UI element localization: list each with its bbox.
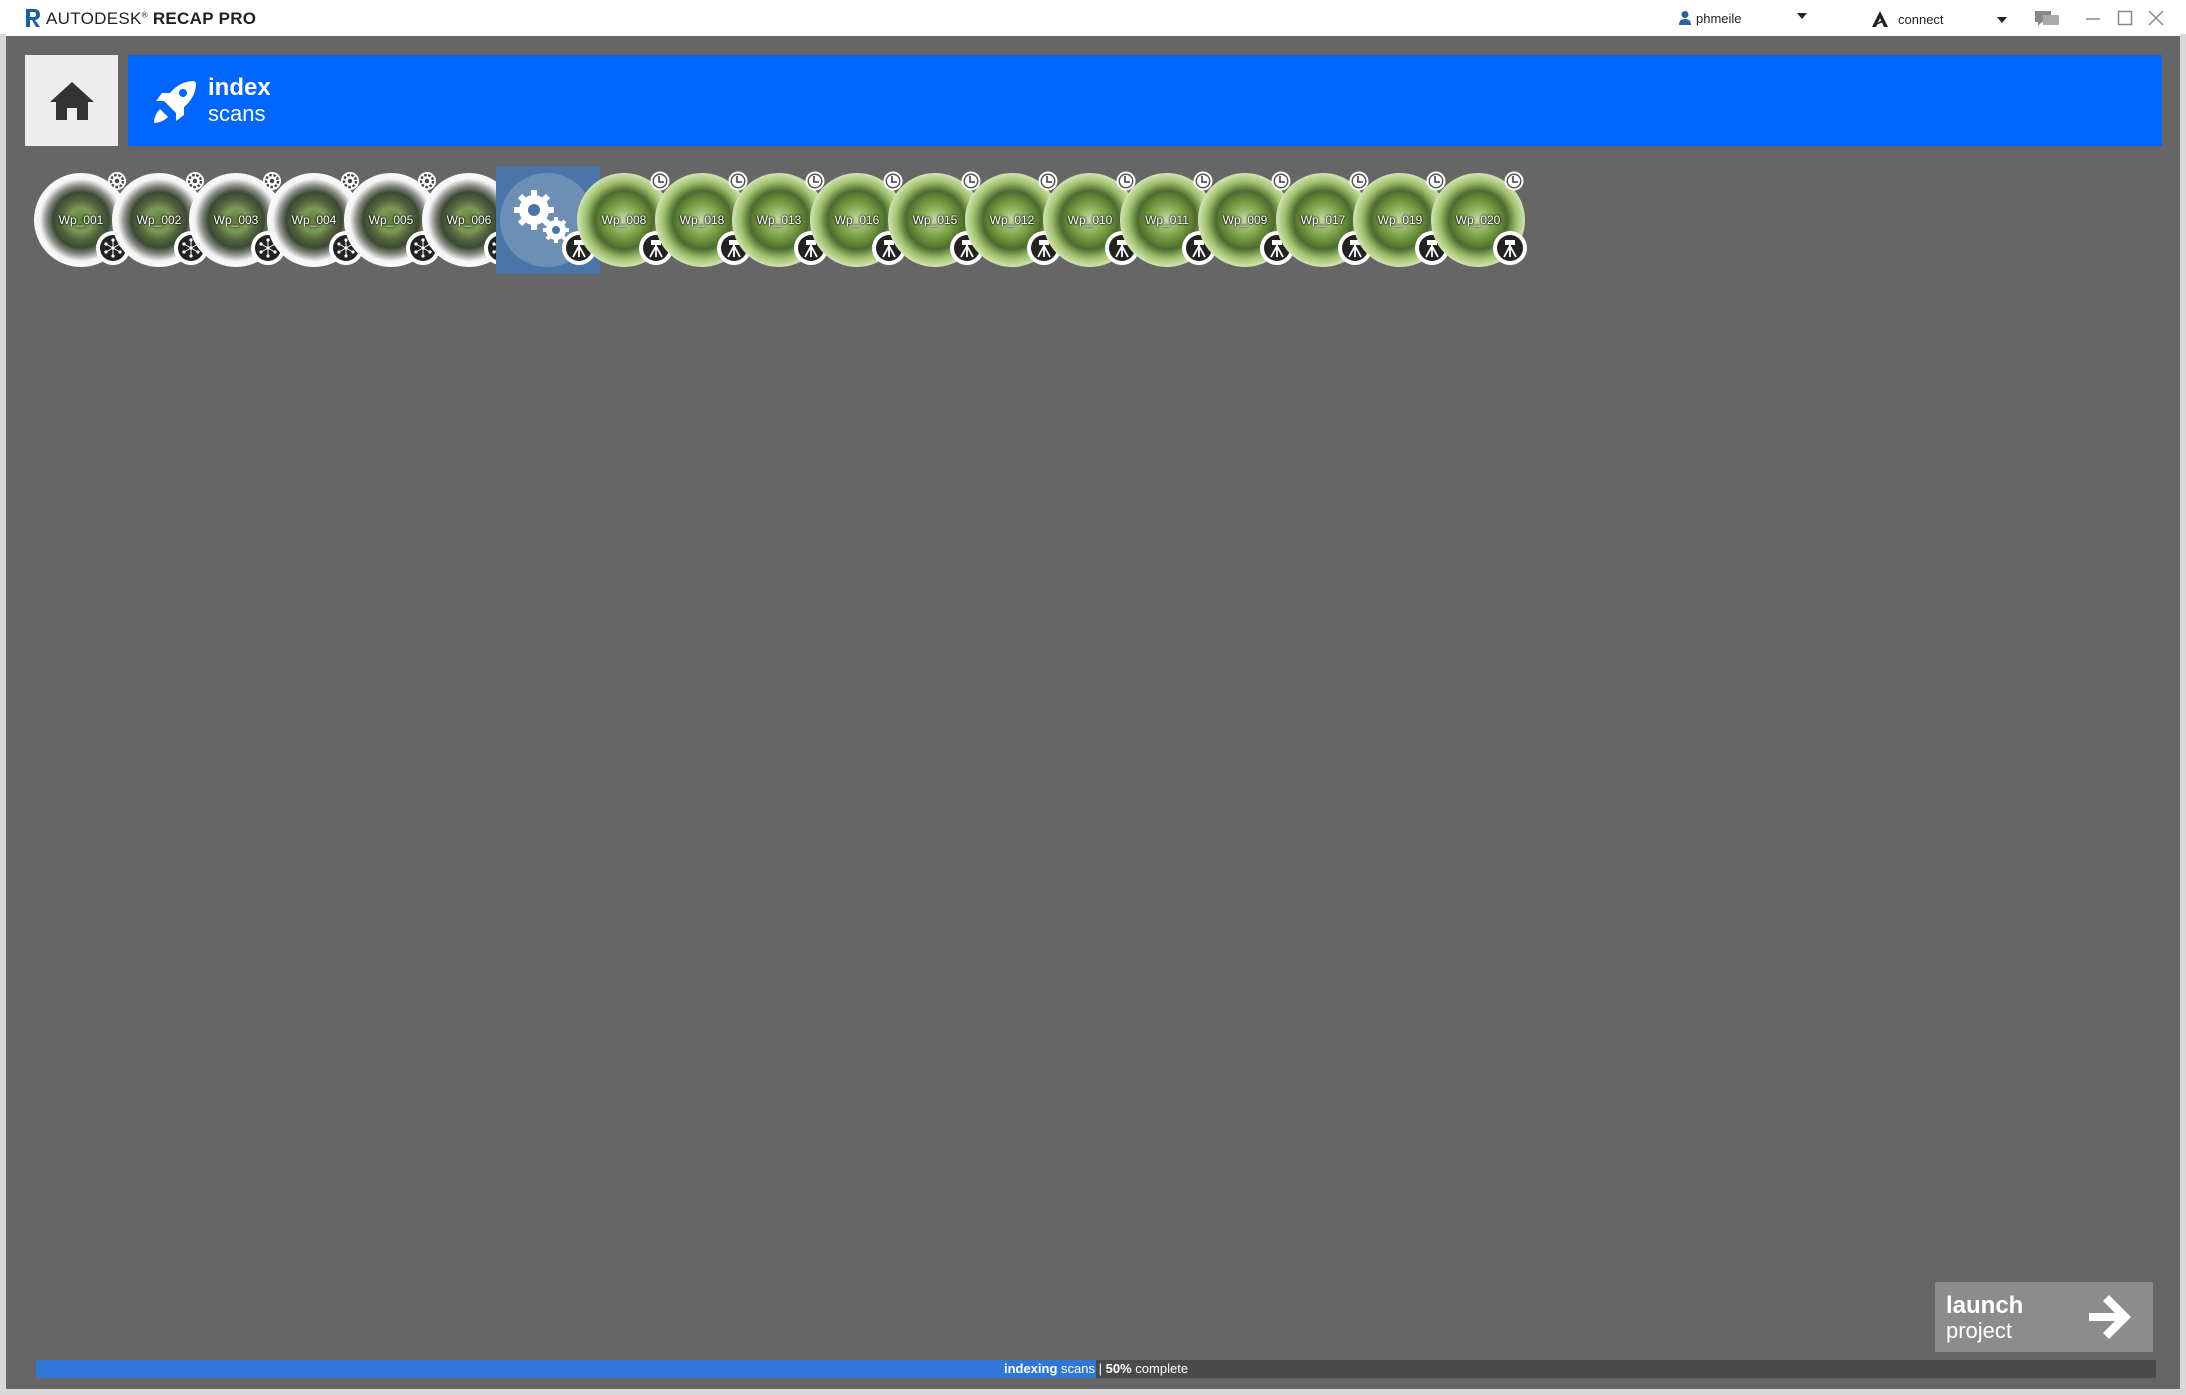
minimize-icon[interactable] bbox=[2083, 8, 2103, 28]
progress-action-bold: indexing bbox=[1003, 1361, 1058, 1376]
close-icon[interactable] bbox=[2146, 8, 2166, 28]
rocket-icon bbox=[154, 81, 196, 123]
launch-label-line2: project bbox=[1946, 1318, 2013, 1343]
user-menu[interactable]: phmeile bbox=[1678, 8, 1742, 28]
chat-icon[interactable] bbox=[2034, 9, 2060, 29]
progress-action-rest: scans bbox=[1061, 1361, 1095, 1376]
tripod-icon bbox=[1491, 229, 1529, 267]
clock-icon bbox=[1503, 170, 1525, 192]
scan-list: Wp_001 Wp_002 Wp_003 Wp_004 Wp_005 Wp_006 Wp_0… bbox=[30, 166, 2170, 274]
launch-label-line1: launch bbox=[1946, 1292, 2024, 1319]
connect-label: connect bbox=[1898, 11, 1944, 27]
home-button[interactable] bbox=[25, 55, 118, 146]
app-product: RECAP PRO bbox=[152, 9, 257, 28]
main-panel: index scans Wp_001 Wp_002 Wp_003 Wp_004 Wp_0… bbox=[6, 36, 2180, 1389]
progress-suffix: complete bbox=[1135, 1361, 1189, 1376]
progress-separator: | bbox=[1098, 1361, 1103, 1376]
connect-menu[interactable]: connect bbox=[1870, 8, 1944, 30]
progress-text: indexing scans | 50% complete bbox=[36, 1361, 2156, 1376]
autodesk-a-icon bbox=[1872, 11, 1888, 27]
scan-item[interactable]: Wp_020 bbox=[1427, 166, 1527, 274]
user-dropdown-icon[interactable] bbox=[1797, 13, 1807, 19]
title-bar: AUTODESK® RECAP PRO phmeile connect bbox=[0, 0, 2186, 36]
home-icon bbox=[49, 81, 94, 120]
launch-project-button[interactable]: launch project bbox=[1935, 1282, 2153, 1352]
arrow-right-icon bbox=[2089, 1295, 2131, 1339]
user-name: phmeile bbox=[1696, 10, 1742, 26]
banner-title: index bbox=[208, 74, 271, 101]
progress-bar: indexing scans | 50% complete bbox=[36, 1360, 2156, 1378]
scan-label: Wp_020 bbox=[1455, 213, 1501, 227]
progress-percent: 50% bbox=[1105, 1361, 1132, 1376]
connect-dropdown-icon[interactable] bbox=[1997, 17, 2007, 23]
recap-logo-icon bbox=[26, 9, 40, 27]
user-icon bbox=[1679, 11, 1691, 25]
app-brand: AUTODESK bbox=[46, 9, 142, 28]
maximize-icon[interactable] bbox=[2115, 8, 2135, 28]
app-title: AUTODESK® RECAP PRO bbox=[46, 9, 257, 28]
step-banner: index scans bbox=[128, 55, 2162, 146]
banner-subtitle: scans bbox=[208, 101, 266, 126]
